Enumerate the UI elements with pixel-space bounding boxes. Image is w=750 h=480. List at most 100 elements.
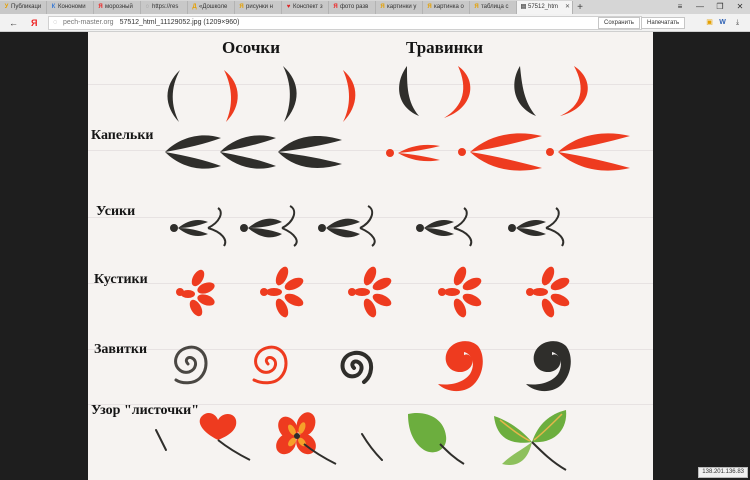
heading-kapelki: Капельки bbox=[91, 128, 154, 143]
tab-label: фото разв bbox=[340, 4, 369, 10]
heading-uzor-listochki: Узор "листочки" bbox=[91, 403, 199, 418]
kapelki-red-leaf-icon bbox=[458, 133, 542, 171]
osochka-black-stroke-icon bbox=[283, 66, 297, 122]
travinka-black-icon bbox=[399, 66, 419, 116]
osochka-black-stroke-icon bbox=[167, 70, 180, 122]
travinka-red-icon bbox=[444, 66, 471, 118]
tab-label: морозный bbox=[105, 4, 133, 10]
tab-label: рисунки н bbox=[246, 4, 273, 10]
heading-usiki: Усики bbox=[96, 204, 136, 219]
tab-10[interactable]: Якартинка о bbox=[423, 1, 470, 14]
download-icon[interactable]: ⤓ bbox=[732, 17, 743, 28]
url-title: 57512_html_11129052.jpg (1209×960) bbox=[119, 19, 240, 26]
zavitok-red-spiral-icon bbox=[252, 345, 288, 385]
tab-label: Конспект з bbox=[293, 4, 323, 10]
painting-sheet-image: Осочки Травинки Капельки Усики Кустики З… bbox=[88, 32, 653, 480]
tab-label: картинка о bbox=[434, 4, 464, 10]
tab-favicon-icon: К bbox=[51, 4, 56, 10]
osochka-red-stroke-icon bbox=[224, 70, 238, 122]
tab-label: таблица с bbox=[481, 4, 509, 10]
zavitok-black-swirl-icon bbox=[526, 341, 571, 392]
heading-travinki: Травинки bbox=[406, 38, 484, 57]
kapelki-black-leaf-icon bbox=[165, 135, 221, 169]
travinka-black-icon bbox=[514, 66, 536, 116]
zavitok-red-swirl-icon bbox=[438, 341, 483, 392]
tab-8[interactable]: Яфото разв bbox=[329, 1, 376, 14]
tab-11[interactable]: Ятаблица с bbox=[470, 1, 517, 14]
yandex-icon: Я bbox=[427, 4, 432, 10]
green-leaf-pair-icon bbox=[494, 410, 567, 471]
tab-6[interactable]: Ярисунки н bbox=[235, 1, 282, 14]
usik-curl-icon bbox=[170, 207, 227, 247]
red-heart-flower-icon bbox=[199, 413, 251, 461]
word-icon[interactable]: W bbox=[717, 17, 728, 28]
usik-curl-icon bbox=[508, 207, 565, 247]
zavitok-black-spiral-icon bbox=[340, 350, 373, 384]
extension-icon[interactable]: ▣ bbox=[704, 17, 715, 28]
travinka-red-icon bbox=[560, 66, 588, 116]
tab-5[interactable]: Д «Дошколе bbox=[188, 1, 235, 14]
tab-label: картинки у bbox=[387, 4, 417, 10]
new-tab-button[interactable]: + bbox=[573, 2, 587, 14]
tab-label: 57512_htm bbox=[528, 4, 559, 10]
tab-favicon-icon: У bbox=[4, 4, 9, 10]
address-bar-row: ← Я ◌ pech-master.org 57512_html_11129052… bbox=[0, 14, 750, 32]
kapelki-black-leaf-icon bbox=[278, 136, 342, 168]
tab-label: «Дошколе bbox=[199, 4, 228, 10]
usik-curl-icon bbox=[240, 205, 298, 247]
heading-kustiki: Кустики bbox=[94, 272, 148, 287]
url-domain: pech-master.org bbox=[63, 19, 114, 26]
close-window-button[interactable]: ✕ bbox=[730, 0, 750, 14]
tab-9[interactable]: Якартинки у bbox=[376, 1, 423, 14]
usik-curl-icon bbox=[318, 205, 376, 247]
tab-4[interactable]: ◌ https://res bbox=[141, 1, 188, 14]
tab-label: Конономи bbox=[58, 4, 86, 10]
heart-icon: ♥ bbox=[286, 4, 291, 10]
heading-zavitki: Завитки bbox=[94, 342, 148, 357]
yandex-icon: Я bbox=[239, 4, 244, 10]
browser-tab-strip: У Публикаци К Конономи Яморозный ◌ https://… bbox=[0, 0, 750, 14]
stem-stroke-icon bbox=[361, 433, 383, 461]
minimize-button[interactable]: — bbox=[690, 0, 710, 14]
image-file-icon: ▤ bbox=[520, 4, 527, 10]
status-url-tooltip: 138.201.136.83 bbox=[698, 467, 748, 478]
usik-curl-icon bbox=[416, 207, 473, 247]
kustik-red-flower-icon bbox=[438, 266, 482, 318]
page-info-icon[interactable]: ◌ bbox=[53, 17, 57, 29]
green-leaf-icon bbox=[408, 412, 465, 465]
kapelki-red-droplets-icon bbox=[386, 144, 440, 162]
kustik-red-flower-icon bbox=[260, 266, 304, 318]
tab-label: Публикаци bbox=[11, 4, 42, 10]
kustik-red-flower-icon bbox=[526, 266, 570, 318]
restore-button[interactable]: ❐ bbox=[710, 0, 730, 14]
osochka-red-stroke-icon bbox=[343, 70, 356, 122]
stem-stroke-icon bbox=[155, 429, 167, 451]
close-tab-icon[interactable]: ✕ bbox=[565, 1, 570, 14]
zavitok-black-spiral-icon bbox=[174, 345, 208, 385]
save-button[interactable]: Сохранить bbox=[598, 17, 640, 29]
tab-2[interactable]: К Конономи bbox=[47, 1, 94, 14]
kapelki-red-leaf-icon bbox=[546, 133, 630, 171]
window-controls: ≡ — ❐ ✕ bbox=[670, 0, 750, 14]
print-button[interactable]: Напечатать bbox=[641, 17, 686, 29]
yandex-icon: Я bbox=[380, 4, 385, 10]
yandex-icon: Я bbox=[333, 4, 338, 10]
yandex-logo-icon[interactable]: Я bbox=[31, 16, 37, 30]
yandex-icon: Я bbox=[98, 4, 103, 10]
kustik-red-flower-icon bbox=[348, 266, 392, 318]
address-field[interactable]: ◌ pech-master.org 57512_html_11129052.jpg… bbox=[48, 16, 642, 30]
tab-1[interactable]: У Публикаци bbox=[0, 1, 47, 14]
menu-icon[interactable]: ≡ bbox=[670, 0, 690, 14]
kapelki-black-leaf-icon bbox=[220, 135, 276, 169]
kustik-red-flower-icon bbox=[176, 269, 215, 317]
red-orange-flower-icon bbox=[276, 412, 337, 465]
tab-label: https://res bbox=[152, 4, 179, 10]
tab-active-image[interactable]: ▤ 57512_htm ✕ bbox=[517, 1, 573, 14]
back-button[interactable]: ← bbox=[9, 16, 18, 30]
globe-icon: ◌ bbox=[145, 4, 150, 10]
tab-3[interactable]: Яморозный bbox=[94, 1, 141, 14]
heading-osochki: Осочки bbox=[222, 38, 281, 57]
tab-favicon-icon: Д bbox=[192, 4, 197, 10]
tab-7[interactable]: ♥ Конспект з bbox=[282, 1, 329, 14]
yandex-icon: Я bbox=[474, 4, 479, 10]
